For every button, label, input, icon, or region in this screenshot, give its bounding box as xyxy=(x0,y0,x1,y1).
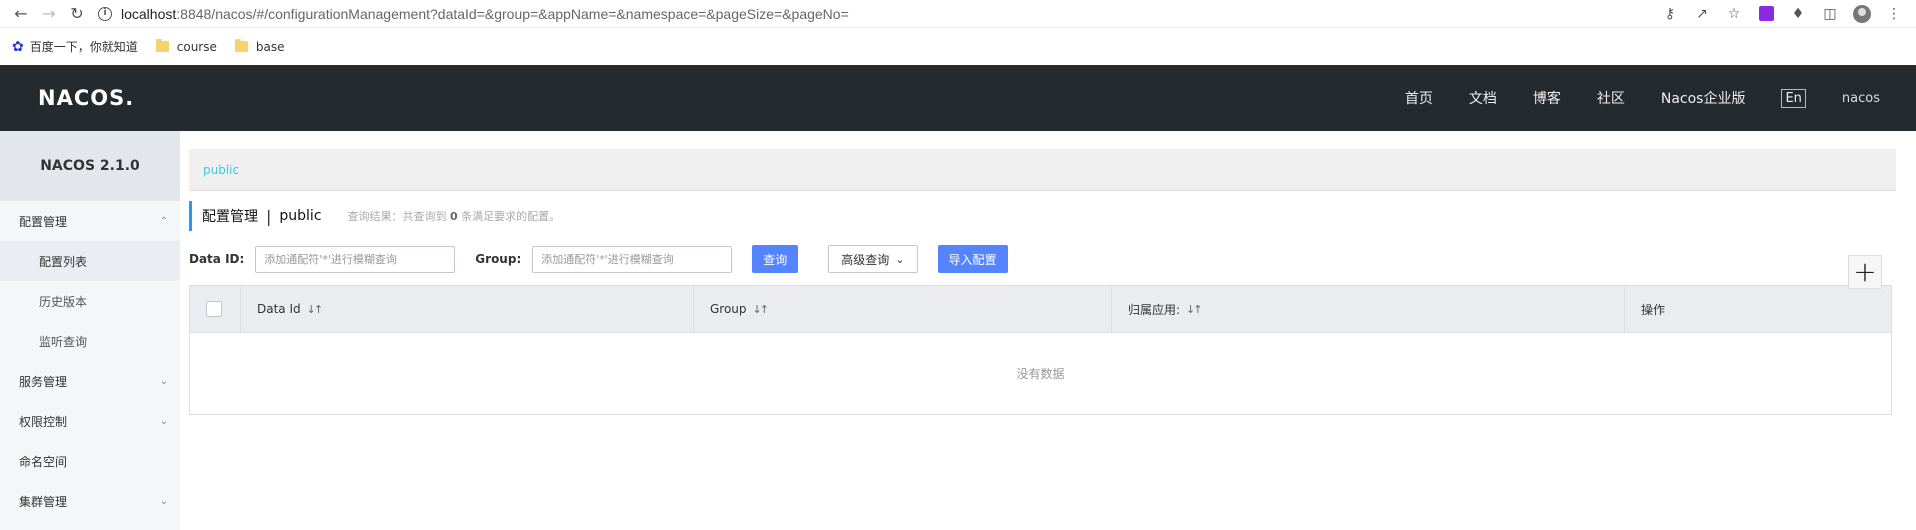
select-all-cell xyxy=(190,286,241,332)
baidu-paw-icon: ✿ xyxy=(12,38,24,55)
folder-icon xyxy=(155,39,169,52)
reload-icon[interactable]: ↻ xyxy=(64,2,90,26)
table-header: Data Id ↓↑ Group ↓↑ 归属应用: ↓↑ 操作 xyxy=(190,286,1891,333)
add-config-button[interactable]: + xyxy=(1848,255,1882,289)
chevron-up-icon: ⌃ xyxy=(159,215,168,227)
site-info-icon[interactable]: i xyxy=(98,6,112,21)
sidebar-item-config-list[interactable]: 配置列表 xyxy=(0,241,180,281)
folder-icon xyxy=(234,39,248,52)
nav-enterprise[interactable]: Nacos企业版 xyxy=(1661,88,1746,108)
column-data-id[interactable]: Data Id ↓↑ xyxy=(241,286,694,332)
url-text: localhost:8848/nacos/#/configurationMana… xyxy=(121,5,849,22)
dataid-label: Data ID: xyxy=(189,252,245,266)
main-content: public 配置管理 | public 查询结果：共查询到 0 条满足要求的配… xyxy=(180,131,1916,530)
sidebar-item-namespace[interactable]: 命名空间 xyxy=(0,441,180,481)
language-toggle[interactable]: En xyxy=(1781,88,1806,108)
config-table: Data Id ↓↑ Group ↓↑ 归属应用: ↓↑ 操作 没有数据 xyxy=(189,285,1892,415)
sidebar: NACOS 2.1.0 配置管理 ⌃ 配置列表 历史版本 监听查询 服务管理 ⌄… xyxy=(0,131,180,530)
query-summary: 查询结果：共查询到 0 条满足要求的配置。 xyxy=(347,210,561,223)
star-icon[interactable]: ☆ xyxy=(1720,2,1748,26)
nav-community[interactable]: 社区 xyxy=(1597,88,1625,108)
column-app[interactable]: 归属应用: ↓↑ xyxy=(1112,286,1625,332)
group-label: Group: xyxy=(475,252,522,266)
app-header: NACOS. 首页 文档 博客 社区 Nacos企业版 En nacos xyxy=(0,65,1916,131)
nav-blog[interactable]: 博客 xyxy=(1533,88,1561,108)
chevron-down-icon: ⌄ xyxy=(159,415,168,427)
key-icon[interactable]: ⚷ xyxy=(1656,2,1684,26)
browser-address-bar: ← → ↻ i localhost:8848/nacos/#/configura… xyxy=(0,0,1916,28)
namespace-bar: public xyxy=(189,149,1896,191)
namespace-link-public[interactable]: public xyxy=(203,163,239,177)
import-config-button[interactable]: 导入配置 xyxy=(937,245,1008,273)
chevron-down-icon: ⌄ xyxy=(159,495,168,507)
dataid-input[interactable]: 添加通配符'*'进行模糊查询 xyxy=(255,245,456,273)
sort-icon[interactable]: ↓↑ xyxy=(1186,303,1203,316)
back-icon[interactable]: ← xyxy=(8,2,34,26)
nav-home[interactable]: 首页 xyxy=(1405,88,1433,108)
sidebar-item-service-mgmt[interactable]: 服务管理 ⌄ xyxy=(0,361,180,401)
sidebar-item-listen-query[interactable]: 监听查询 xyxy=(0,321,180,361)
sidebar-item-config-mgmt[interactable]: 配置管理 ⌃ xyxy=(0,201,180,241)
extension-rp-icon[interactable] xyxy=(1752,2,1780,26)
chevron-down-icon: ⌄ xyxy=(159,375,168,387)
sidebar-item-auth-ctrl[interactable]: 权限控制 ⌄ xyxy=(0,401,180,441)
top-nav: 首页 文档 博客 社区 Nacos企业版 En nacos xyxy=(1405,88,1916,108)
profile-icon[interactable] xyxy=(1848,2,1876,26)
user-menu[interactable]: nacos xyxy=(1842,91,1880,106)
sidebar-item-history[interactable]: 历史版本 xyxy=(0,281,180,321)
bookmarks-bar: ✿ 百度一下，你就知道 course base xyxy=(0,28,1916,65)
url-field[interactable]: i localhost:8848/nacos/#/configurationMa… xyxy=(98,6,1656,22)
forward-icon[interactable]: → xyxy=(36,2,62,26)
sidebar-item-cluster-mgmt[interactable]: 集群管理 ⌄ xyxy=(0,481,180,521)
column-actions: 操作 xyxy=(1641,302,1666,317)
nacos-logo[interactable]: NACOS. xyxy=(38,86,134,110)
plus-icon: + xyxy=(1853,255,1877,288)
group-input[interactable]: 添加通配符'*'进行模糊查询 xyxy=(532,245,733,273)
search-form: Data ID: 添加通配符'*'进行模糊查询 Group: 添加通配符'*'进… xyxy=(189,245,1896,273)
bookmark-baidu[interactable]: ✿ 百度一下，你就知道 xyxy=(12,38,138,55)
select-all-checkbox[interactable] xyxy=(206,301,222,317)
page-title: 配置管理 | public 查询结果：共查询到 0 条满足要求的配置。 xyxy=(189,201,1896,231)
nav-docs[interactable]: 文档 xyxy=(1469,88,1497,108)
query-button[interactable]: 查询 xyxy=(752,245,799,273)
bookmark-base[interactable]: base xyxy=(234,39,284,54)
version-label: NACOS 2.1.0 xyxy=(0,131,180,201)
table-empty-state: 没有数据 xyxy=(1016,367,1065,381)
share-icon[interactable]: ↗ xyxy=(1688,2,1716,26)
advanced-query-button[interactable]: 高级查询 ⌄ xyxy=(828,245,918,273)
chevron-down-icon: ⌄ xyxy=(895,252,905,266)
sort-icon[interactable]: ↓↑ xyxy=(753,303,770,316)
puzzle-icon[interactable]: ♦ xyxy=(1784,2,1812,26)
bookmark-course[interactable]: course xyxy=(155,39,217,54)
menu-dots-icon[interactable]: ⋮ xyxy=(1880,2,1908,26)
sidepanel-icon[interactable]: ◫ xyxy=(1816,2,1844,26)
sort-icon[interactable]: ↓↑ xyxy=(307,303,324,316)
column-group[interactable]: Group ↓↑ xyxy=(694,286,1112,332)
